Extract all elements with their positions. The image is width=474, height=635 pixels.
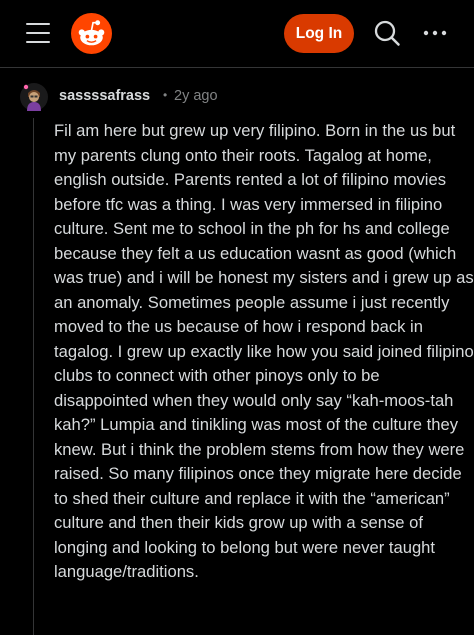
reddit-logo-icon[interactable] [71, 13, 112, 54]
top-bar: Log In [0, 0, 474, 66]
comment-username[interactable]: sassssafrass [59, 88, 150, 104]
meta-separator: • [163, 88, 168, 102]
comment-body: Fil am here but grew up very filipino. B… [54, 121, 474, 581]
login-button[interactable]: Log In [284, 14, 354, 53]
more-horizontal-icon[interactable] [422, 25, 448, 41]
thread-line[interactable] [33, 118, 34, 635]
hamburger-menu-icon[interactable] [26, 21, 52, 45]
comment-timestamp[interactable]: 2y ago [174, 88, 218, 104]
avatar[interactable] [20, 83, 48, 111]
search-icon[interactable] [373, 19, 401, 47]
header-divider [0, 67, 474, 68]
